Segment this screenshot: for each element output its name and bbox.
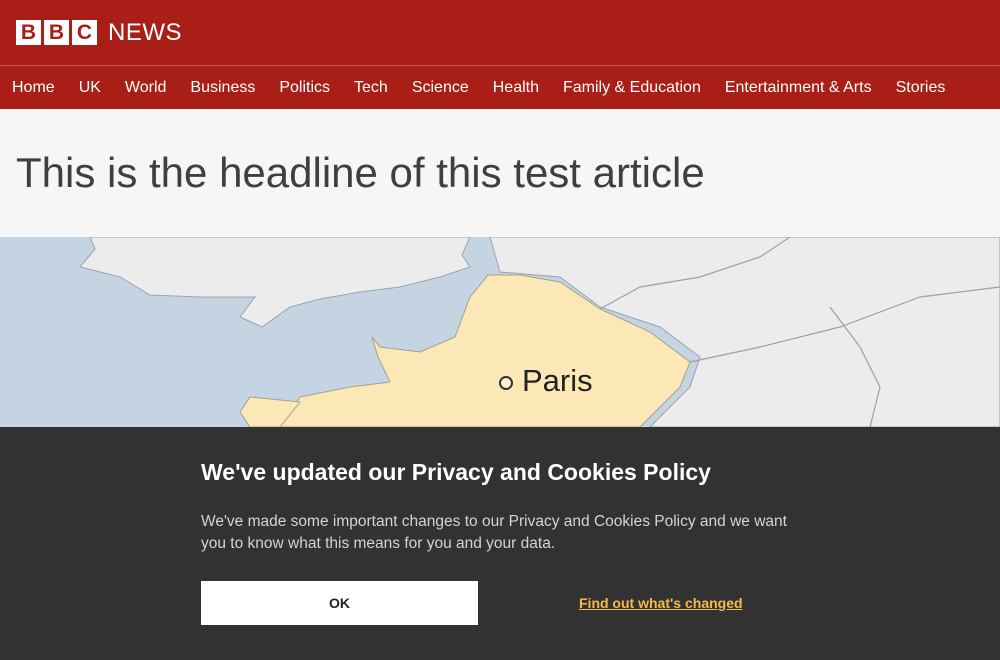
- nav-item-health[interactable]: Health: [493, 79, 539, 97]
- nav-item-world[interactable]: World: [125, 79, 167, 97]
- nav-list: Home UK World Business Politics Tech Sci…: [0, 66, 1000, 109]
- nav-item-uk[interactable]: UK: [79, 79, 101, 97]
- ok-button[interactable]: OK: [201, 581, 478, 625]
- headline-section: This is the headline of this test articl…: [0, 109, 1000, 237]
- nav-item-business[interactable]: Business: [190, 79, 255, 97]
- city-marker-icon: [499, 376, 513, 390]
- cookie-body-text: We've made some important changes to our…: [201, 513, 787, 552]
- cookie-title: We've updated our Privacy and Cookies Po…: [201, 459, 711, 485]
- logo-word-news: NEWS: [108, 19, 182, 46]
- city-label: Paris: [522, 363, 593, 398]
- main-navigation: Home UK World Business Politics Tech Sci…: [0, 65, 1000, 109]
- nav-item-stories[interactable]: Stories: [896, 79, 946, 97]
- bbc-news-logo[interactable]: B B C NEWS: [16, 20, 182, 45]
- find-out-changed-link[interactable]: Find out what's changed: [579, 595, 743, 611]
- nav-item-entertainment-arts[interactable]: Entertainment & Arts: [725, 79, 872, 97]
- map-graphic: [0, 237, 1000, 427]
- logo-letter-b1: B: [16, 20, 41, 45]
- logo-letter-b2: B: [44, 20, 69, 45]
- nav-item-science[interactable]: Science: [412, 79, 469, 97]
- cookie-banner: We've updated our Privacy and Cookies Po…: [0, 427, 1000, 660]
- article-headline: This is the headline of this test articl…: [16, 149, 705, 196]
- nav-item-family-education[interactable]: Family & Education: [563, 79, 701, 97]
- logo-letter-c: C: [72, 20, 97, 45]
- nav-item-politics[interactable]: Politics: [279, 79, 330, 97]
- masthead: B B C NEWS: [0, 0, 1000, 65]
- nav-item-tech[interactable]: Tech: [354, 79, 388, 97]
- article-map-image: Paris: [0, 237, 1000, 427]
- nav-item-home[interactable]: Home: [12, 79, 55, 97]
